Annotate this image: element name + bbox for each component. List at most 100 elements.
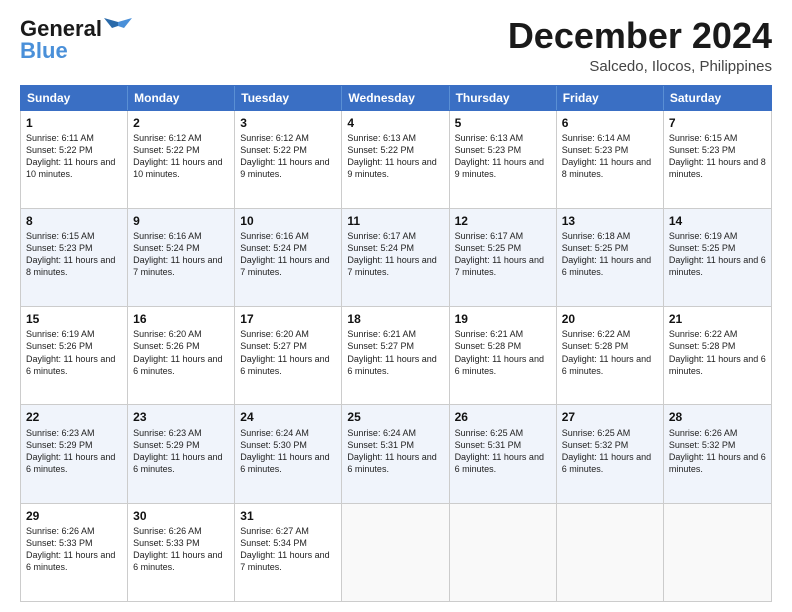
day-number: 4	[347, 115, 443, 131]
cell-info: Sunrise: 6:17 AMSunset: 5:25 PMDaylight:…	[455, 230, 551, 279]
day-number: 16	[133, 311, 229, 327]
cell-info: Sunrise: 6:13 AMSunset: 5:22 PMDaylight:…	[347, 132, 443, 181]
calendar-header-cell: Sunday	[21, 86, 128, 110]
calendar-cell: 13Sunrise: 6:18 AMSunset: 5:25 PMDayligh…	[557, 209, 664, 306]
cell-info: Sunrise: 6:25 AMSunset: 5:32 PMDaylight:…	[562, 427, 658, 476]
cell-info: Sunrise: 6:25 AMSunset: 5:31 PMDaylight:…	[455, 427, 551, 476]
calendar-header-cell: Saturday	[664, 86, 771, 110]
cell-info: Sunrise: 6:12 AMSunset: 5:22 PMDaylight:…	[133, 132, 229, 181]
calendar-cell: 8Sunrise: 6:15 AMSunset: 5:23 PMDaylight…	[21, 209, 128, 306]
cell-info: Sunrise: 6:16 AMSunset: 5:24 PMDaylight:…	[133, 230, 229, 279]
calendar-cell: 1Sunrise: 6:11 AMSunset: 5:22 PMDaylight…	[21, 111, 128, 208]
day-number: 5	[455, 115, 551, 131]
cell-info: Sunrise: 6:16 AMSunset: 5:24 PMDaylight:…	[240, 230, 336, 279]
calendar-cell: 25 Sunrise: 6:24 AMSunset: 5:31 PMDayligh…	[342, 405, 449, 502]
cell-info: Sunrise: 6:17 AMSunset: 5:24 PMDaylight:…	[347, 230, 443, 279]
title-block: December 2024 Salcedo, Ilocos, Philippin…	[508, 16, 772, 75]
day-number: 19	[455, 311, 551, 327]
calendar-cell: 11Sunrise: 6:17 AMSunset: 5:24 PMDayligh…	[342, 209, 449, 306]
cell-info: Sunrise: 6:20 AMSunset: 5:26 PMDaylight:…	[133, 328, 229, 377]
calendar: SundayMondayTuesdayWednesdayThursdayFrid…	[20, 85, 772, 602]
day-number: 15	[26, 311, 122, 327]
calendar-header-cell: Tuesday	[235, 86, 342, 110]
day-number: 30	[133, 508, 229, 524]
calendar-cell: 18Sunrise: 6:21 AMSunset: 5:27 PMDayligh…	[342, 307, 449, 404]
calendar-row: 8Sunrise: 6:15 AMSunset: 5:23 PMDaylight…	[21, 209, 771, 307]
calendar-cell: 31Sunrise: 6:27 AMSunset: 5:34 PMDayligh…	[235, 504, 342, 601]
day-number: 25	[347, 409, 443, 425]
day-number: 13	[562, 213, 658, 229]
calendar-cell: 26 Sunrise: 6:25 AMSunset: 5:31 PMDayligh…	[450, 405, 557, 502]
day-number: 24	[240, 409, 336, 425]
calendar-cell: 2Sunrise: 6:12 AMSunset: 5:22 PMDaylight…	[128, 111, 235, 208]
cell-info: Sunrise: 6:18 AMSunset: 5:25 PMDaylight:…	[562, 230, 658, 279]
cell-info: Sunrise: 6:26 AMSunset: 5:32 PMDaylight:…	[669, 427, 766, 476]
page: General Blue December 2024 Salcedo, Iloc…	[0, 0, 792, 612]
cell-info: Sunrise: 6:15 AMSunset: 5:23 PMDaylight:…	[26, 230, 122, 279]
calendar-row: 15Sunrise: 6:19 AMSunset: 5:26 PMDayligh…	[21, 307, 771, 405]
day-number: 2	[133, 115, 229, 131]
calendar-header: SundayMondayTuesdayWednesdayThursdayFrid…	[20, 85, 772, 111]
cell-info: Sunrise: 6:19 AMSunset: 5:26 PMDaylight:…	[26, 328, 122, 377]
cell-info: Sunrise: 6:13 AMSunset: 5:23 PMDaylight:…	[455, 132, 551, 181]
day-number: 8	[26, 213, 122, 229]
day-number: 23	[133, 409, 229, 425]
calendar-cell: 14Sunrise: 6:19 AMSunset: 5:25 PMDayligh…	[664, 209, 771, 306]
day-number: 12	[455, 213, 551, 229]
day-number: 18	[347, 311, 443, 327]
calendar-cell: 23Sunrise: 6:23 AMSunset: 5:29 PMDayligh…	[128, 405, 235, 502]
calendar-row: 22Sunrise: 6:23 AMSunset: 5:29 PMDayligh…	[21, 405, 771, 503]
header: General Blue December 2024 Salcedo, Iloc…	[20, 16, 772, 75]
calendar-row: 29Sunrise: 6:26 AMSunset: 5:33 PMDayligh…	[21, 504, 771, 601]
calendar-cell: 20Sunrise: 6:22 AMSunset: 5:28 PMDayligh…	[557, 307, 664, 404]
calendar-cell: 12Sunrise: 6:17 AMSunset: 5:25 PMDayligh…	[450, 209, 557, 306]
cell-info: Sunrise: 6:15 AMSunset: 5:23 PMDaylight:…	[669, 132, 766, 181]
calendar-header-cell: Thursday	[450, 86, 557, 110]
calendar-cell: 22Sunrise: 6:23 AMSunset: 5:29 PMDayligh…	[21, 405, 128, 502]
calendar-cell: 17Sunrise: 6:20 AMSunset: 5:27 PMDayligh…	[235, 307, 342, 404]
calendar-cell: 3Sunrise: 6:12 AMSunset: 5:22 PMDaylight…	[235, 111, 342, 208]
day-number: 28	[669, 409, 766, 425]
day-number: 20	[562, 311, 658, 327]
day-number: 27	[562, 409, 658, 425]
calendar-header-cell: Friday	[557, 86, 664, 110]
calendar-cell: 24 Sunrise: 6:24 AMSunset: 5:30 PMDayligh…	[235, 405, 342, 502]
calendar-cell: 5Sunrise: 6:13 AMSunset: 5:23 PMDaylight…	[450, 111, 557, 208]
cell-info: Sunrise: 6:23 AMSunset: 5:29 PMDaylight:…	[26, 427, 122, 476]
day-number: 11	[347, 213, 443, 229]
day-number: 3	[240, 115, 336, 131]
day-number: 1	[26, 115, 122, 131]
day-number: 29	[26, 508, 122, 524]
cell-info: Sunrise: 6:24 AMSunset: 5:31 PMDaylight:…	[347, 427, 443, 476]
calendar-cell: 21Sunrise: 6:22 AMSunset: 5:28 PMDayligh…	[664, 307, 771, 404]
calendar-cell	[664, 504, 771, 601]
calendar-cell: 27 Sunrise: 6:25 AMSunset: 5:32 PMDayligh…	[557, 405, 664, 502]
cell-info: Sunrise: 6:20 AMSunset: 5:27 PMDaylight:…	[240, 328, 336, 377]
day-number: 14	[669, 213, 766, 229]
day-number: 31	[240, 508, 336, 524]
calendar-cell: 4Sunrise: 6:13 AMSunset: 5:22 PMDaylight…	[342, 111, 449, 208]
logo-text-blue: Blue	[20, 38, 68, 64]
day-number: 17	[240, 311, 336, 327]
cell-info: Sunrise: 6:24 AMSunset: 5:30 PMDaylight:…	[240, 427, 336, 476]
cell-info: Sunrise: 6:21 AMSunset: 5:28 PMDaylight:…	[455, 328, 551, 377]
day-number: 10	[240, 213, 336, 229]
title-location: Salcedo, Ilocos, Philippines	[508, 58, 772, 75]
calendar-cell: 6Sunrise: 6:14 AMSunset: 5:23 PMDaylight…	[557, 111, 664, 208]
calendar-cell: 7Sunrise: 6:15 AMSunset: 5:23 PMDaylight…	[664, 111, 771, 208]
calendar-cell	[450, 504, 557, 601]
day-number: 7	[669, 115, 766, 131]
day-number: 21	[669, 311, 766, 327]
calendar-cell: 19Sunrise: 6:21 AMSunset: 5:28 PMDayligh…	[450, 307, 557, 404]
calendar-header-cell: Wednesday	[342, 86, 449, 110]
cell-info: Sunrise: 6:11 AMSunset: 5:22 PMDaylight:…	[26, 132, 122, 181]
calendar-cell	[557, 504, 664, 601]
calendar-cell	[342, 504, 449, 601]
cell-info: Sunrise: 6:14 AMSunset: 5:23 PMDaylight:…	[562, 132, 658, 181]
day-number: 6	[562, 115, 658, 131]
day-number: 26	[455, 409, 551, 425]
logo: General Blue	[20, 16, 132, 64]
calendar-cell: 28 Sunrise: 6:26 AMSunset: 5:32 PMDayligh…	[664, 405, 771, 502]
calendar-cell: 29Sunrise: 6:26 AMSunset: 5:33 PMDayligh…	[21, 504, 128, 601]
cell-info: Sunrise: 6:19 AMSunset: 5:25 PMDaylight:…	[669, 230, 766, 279]
